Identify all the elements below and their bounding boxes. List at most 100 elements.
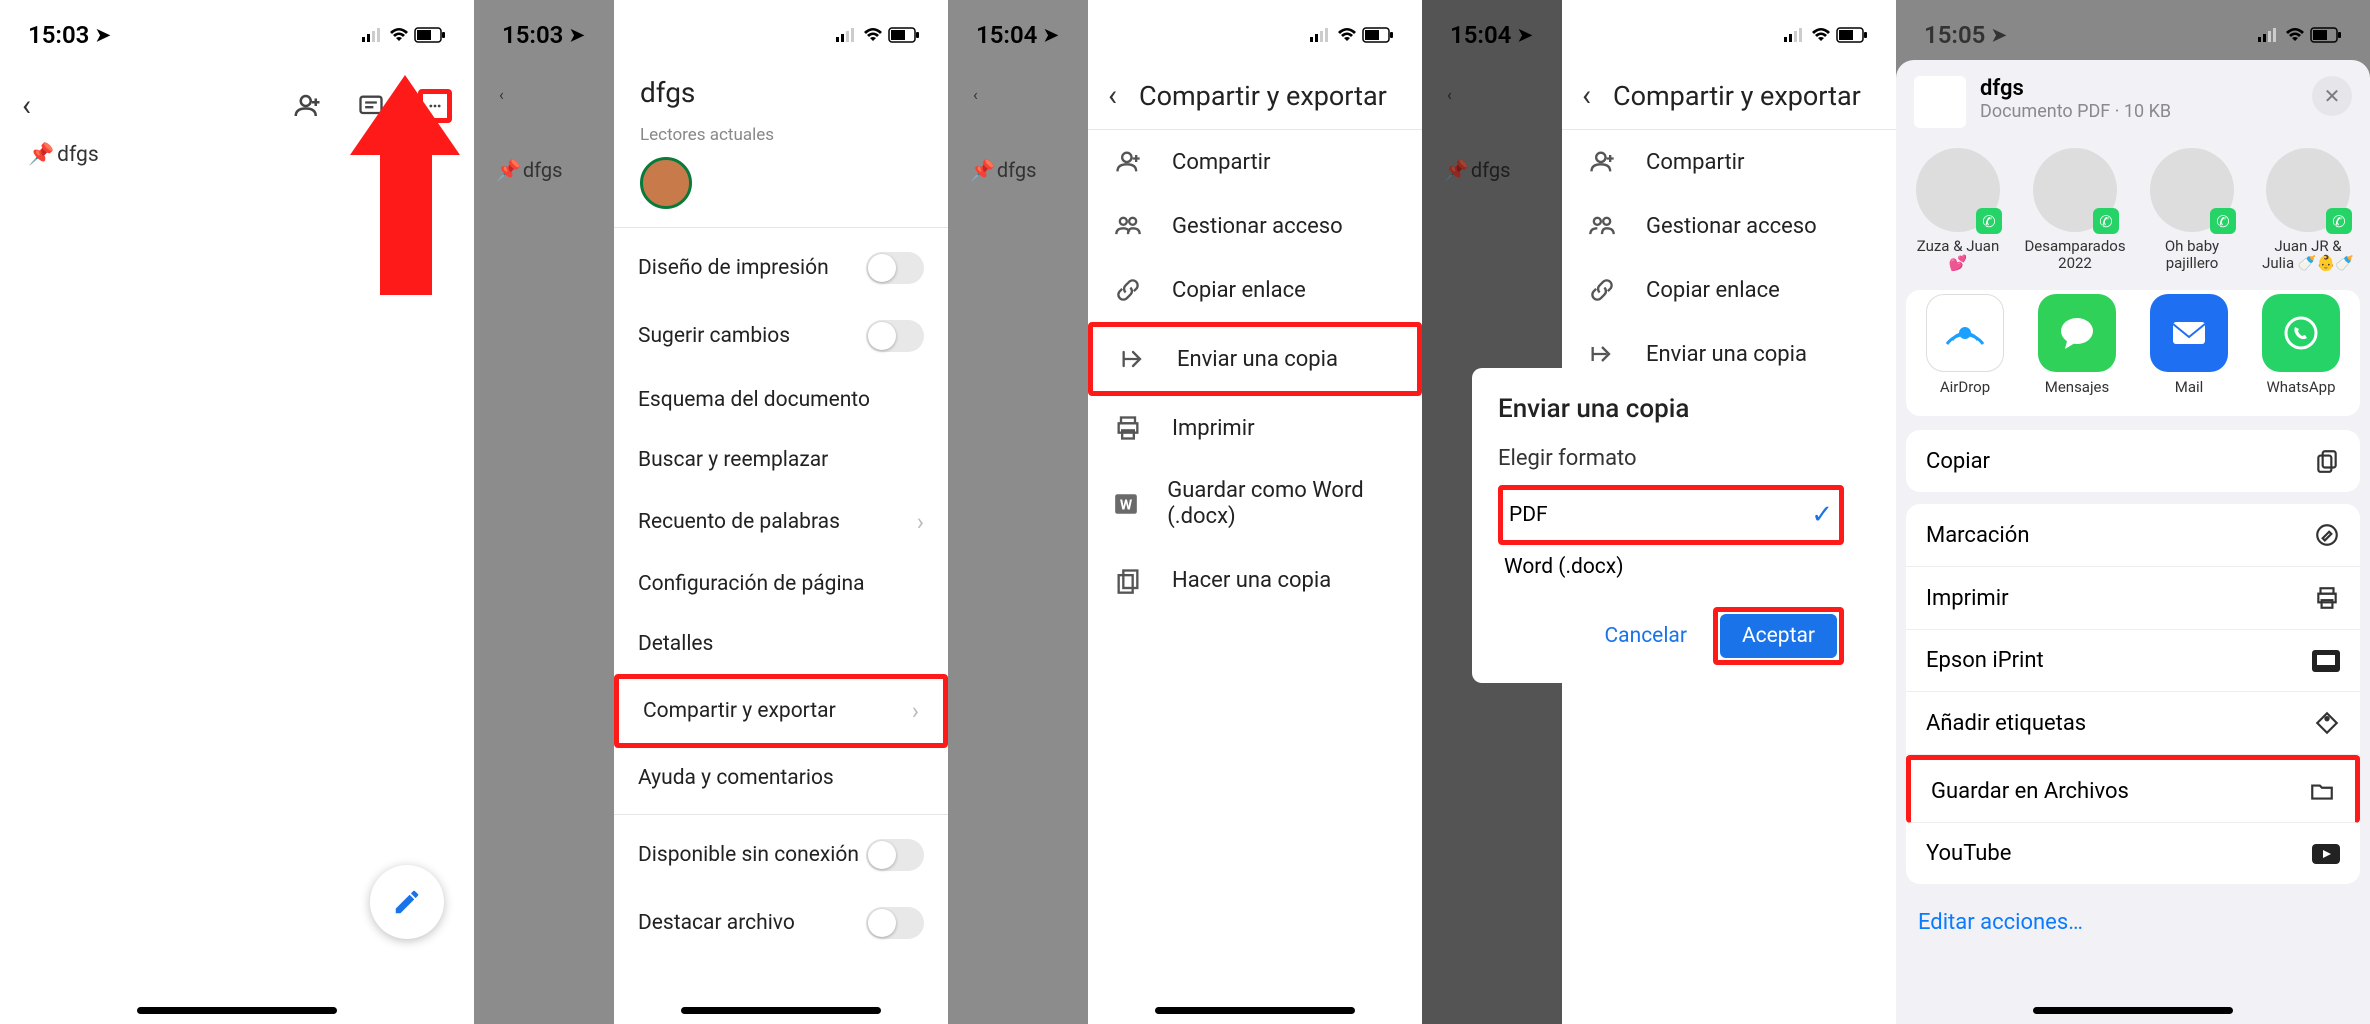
status-bar: 15:05➤ xyxy=(1896,0,2370,58)
toggle-suggest[interactable] xyxy=(866,320,924,352)
option-word[interactable]: Word (.docx) xyxy=(1498,545,1844,589)
status-icons xyxy=(362,27,446,43)
share-copylink[interactable]: Copiar enlace xyxy=(1562,258,1896,322)
share-manage[interactable]: Gestionar acceso xyxy=(1562,194,1896,258)
share-copylink[interactable]: Copiar enlace xyxy=(1088,258,1422,322)
send-icon xyxy=(1115,345,1151,373)
status-bar xyxy=(1088,0,1422,58)
status-bar xyxy=(614,0,948,58)
toggle-offline[interactable] xyxy=(866,839,924,871)
back-button[interactable]: ‹ xyxy=(1582,78,1591,113)
folder-icon xyxy=(2309,778,2335,804)
print-icon xyxy=(2314,585,2340,611)
menu-star[interactable]: Destacar archivo xyxy=(614,889,948,957)
menu-outline[interactable]: Esquema del documento xyxy=(614,370,948,430)
add-person-icon xyxy=(1110,148,1146,176)
edit-actions-link[interactable]: Editar acciones… xyxy=(1896,896,2370,949)
apps-row: AirDrop Mensajes Mail WhatsApp xyxy=(1906,290,2360,416)
menu-find[interactable]: Buscar y reemplazar xyxy=(614,430,948,490)
action-markup[interactable]: Marcación xyxy=(1906,504,2360,567)
share-contact[interactable]: ✆Oh baby pajillero xyxy=(2144,148,2240,272)
dimmed-background: 15:04➤ ‹ 📌dfgs xyxy=(948,0,1088,1024)
app-airdrop[interactable]: AirDrop xyxy=(1920,294,2010,396)
toggle-star[interactable] xyxy=(866,907,924,939)
panel-title: dfgs xyxy=(614,58,948,119)
red-arrow xyxy=(380,75,460,295)
action-youtube[interactable]: YouTube xyxy=(1906,823,2360,884)
people-icon xyxy=(1110,212,1146,240)
action-copy[interactable]: Copiar xyxy=(1906,430,2360,492)
share-contact[interactable]: ✆Zuza & Juan 💕 xyxy=(1910,148,2006,272)
actions-group-2: Marcación Imprimir Epson iPrint Añadir e… xyxy=(1906,504,2360,884)
share-title: Compartir y exportar xyxy=(1139,80,1387,112)
menu-help[interactable]: Ayuda y comentarios xyxy=(614,748,948,808)
share-manage[interactable]: Gestionar acceso xyxy=(1088,194,1422,258)
dialog-subtitle: Elegir formato xyxy=(1498,446,1844,471)
menu-print-layout[interactable]: Diseño de impresión xyxy=(614,234,948,302)
action-tags[interactable]: Añadir etiquetas xyxy=(1906,692,2360,755)
share-sendcopy[interactable]: Enviar una copia xyxy=(1088,322,1422,396)
add-person-icon[interactable] xyxy=(290,89,324,123)
screen-4: 15:04➤ ‹ 📌dfgs ‹Compartir y exportar Com… xyxy=(1422,0,1896,1024)
tag-icon xyxy=(2314,710,2340,736)
menu-pagesetup[interactable]: Configuración de página xyxy=(614,554,948,614)
share-makecopy[interactable]: Hacer una copia xyxy=(1088,549,1422,613)
format-dialog: Enviar una copia Elegir formato PDF✓ Wor… xyxy=(1472,368,1870,683)
whatsapp-badge-icon: ✆ xyxy=(1976,208,2002,234)
file-name: dfgs xyxy=(1980,76,2298,101)
toggle-print-layout[interactable] xyxy=(866,252,924,284)
print-icon xyxy=(1110,414,1146,442)
options-panel: dfgs Lectores actuales Diseño de impresi… xyxy=(614,0,948,1024)
app-messages[interactable]: Mensajes xyxy=(2032,294,2122,396)
file-subtitle: Documento PDF · 10 KB xyxy=(1980,101,2298,122)
menu-share-export[interactable]: Compartir y exportar› xyxy=(614,674,948,748)
dialog-title: Enviar una copia xyxy=(1498,394,1844,424)
location-icon: ➤ xyxy=(95,25,110,46)
share-share[interactable]: Compartir xyxy=(1088,130,1422,194)
cancel-button[interactable]: Cancelar xyxy=(1595,616,1697,656)
people-row: ✆Zuza & Juan 💕 ✆Desamparados 2022 ✆Oh ba… xyxy=(1896,142,2370,290)
back-button[interactable]: ‹ xyxy=(22,88,31,123)
back-button[interactable]: ‹ xyxy=(1108,78,1117,113)
share-saveword[interactable]: WGuardar como Word (.docx) xyxy=(1088,460,1422,549)
accept-button[interactable]: Aceptar xyxy=(1720,614,1837,658)
chevron-right-icon: › xyxy=(917,508,924,536)
close-button[interactable]: ✕ xyxy=(2312,76,2352,116)
copy-icon xyxy=(1110,567,1146,595)
edit-fab[interactable] xyxy=(370,865,444,939)
word-icon: W xyxy=(1110,491,1141,517)
action-print[interactable]: Imprimir xyxy=(1906,567,2360,630)
action-epson[interactable]: Epson iPrint xyxy=(1906,630,2360,692)
screen-5: 15:05➤ dfgs Documento PDF · 10 KB ✕ ✆Zuz… xyxy=(1896,0,2370,1024)
home-indicator xyxy=(1155,1007,1355,1014)
menu-offline[interactable]: Disponible sin conexión xyxy=(614,821,948,889)
share-share[interactable]: Compartir xyxy=(1562,130,1896,194)
share-print[interactable]: Imprimir xyxy=(1088,396,1422,460)
home-indicator xyxy=(681,1007,881,1014)
menu-suggest[interactable]: Sugerir cambios xyxy=(614,302,948,370)
menu-details[interactable]: Detalles xyxy=(614,614,948,674)
share-panel: ‹ Compartir y exportar Compartir Gestion… xyxy=(1088,0,1422,1024)
home-indicator xyxy=(137,1007,337,1014)
actions-group-1: Copiar xyxy=(1906,430,2360,492)
screen-3: 15:04➤ ‹ 📌dfgs ‹ Compartir y exportar Co… xyxy=(948,0,1422,1024)
epson-icon xyxy=(2312,650,2340,672)
copy-icon xyxy=(2314,448,2340,474)
app-whatsapp[interactable]: WhatsApp xyxy=(2256,294,2346,396)
svg-text:W: W xyxy=(1119,498,1132,514)
dimmed-background: 15:03➤ ‹ 📌dfgs xyxy=(474,0,614,1024)
share-contact[interactable]: ✆Desamparados 2022 xyxy=(2026,148,2124,272)
share-contact[interactable]: ✆Juan JR & Julia 🍼👶🍼 xyxy=(2260,148,2356,272)
screen-1: 15:03➤ ‹ 📌dfgs xyxy=(0,0,474,1024)
option-pdf[interactable]: PDF✓ xyxy=(1498,485,1844,545)
home-indicator xyxy=(2033,1007,2233,1014)
share-header: ‹ Compartir y exportar xyxy=(1088,58,1422,130)
app-mail[interactable]: Mail xyxy=(2144,294,2234,396)
menu-wordcount[interactable]: Recuento de palabras› xyxy=(614,490,948,554)
status-bar: 15:03➤ xyxy=(0,0,474,58)
chevron-right-icon: › xyxy=(912,697,919,725)
action-save-files[interactable]: Guardar en Archivos xyxy=(1906,755,2360,823)
screen-2: 15:03➤ ‹ 📌dfgs dfgs Lectores actuales Di… xyxy=(474,0,948,1024)
file-thumbnail xyxy=(1914,76,1966,128)
reader-avatar[interactable] xyxy=(640,157,692,209)
